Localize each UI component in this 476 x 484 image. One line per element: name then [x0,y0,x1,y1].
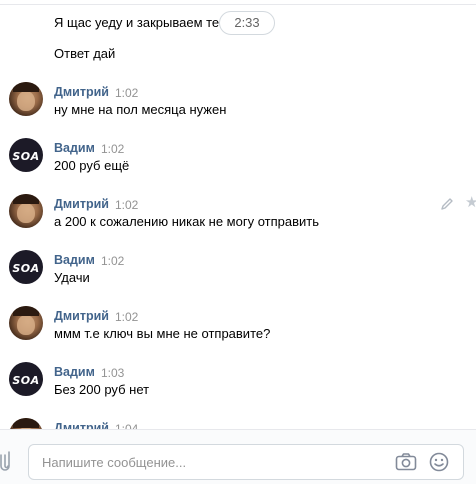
message-time[interactable]: 1:02 [115,86,138,100]
edit-pencil-icon[interactable] [440,197,454,211]
message-time[interactable]: 1:02 [101,254,124,268]
avatar[interactable]: SOA [9,138,43,172]
message-time[interactable]: 1:03 [101,366,124,380]
message-row[interactable]: SOA Вадим 1:03 Без 200 руб нет [0,362,476,410]
message-row[interactable]: Дмитрий 1:02 а 200 к сожалению никак не … [0,194,476,242]
avatar[interactable]: SOA [9,250,43,284]
author-name[interactable]: Вадим [54,253,95,267]
avatar[interactable]: SOA [9,362,43,396]
author-name[interactable]: Дмитрий [54,309,109,323]
message-time[interactable]: 1:02 [101,142,124,156]
avatar[interactable] [9,194,43,228]
message-composer[interactable] [28,444,464,480]
author-name[interactable]: Вадим [54,365,95,379]
message-time[interactable]: 1:02 [115,198,138,212]
smile-icon[interactable] [429,452,449,472]
message-row[interactable]: SOA Вадим 1:02 200 руб ещё [0,138,476,186]
message-row[interactable]: SOA Вадим 1:02 Удачи [0,250,476,298]
avatar-logo-text: SOA [12,150,40,163]
top-divider [0,4,476,5]
author-name[interactable]: Дмитрий [54,197,109,211]
message-input[interactable] [42,453,382,471]
avatar[interactable] [9,82,43,116]
time-tooltip: 2:33 [219,11,275,35]
message-text: ммм т.е ключ вы мне не отправите? [54,326,271,341]
star-icon[interactable]: ★ [465,195,476,210]
message-text: Ответ дай [54,46,116,61]
message-text: 200 руб ещё [54,158,130,173]
message-time[interactable]: 1:02 [115,310,138,324]
author-name[interactable]: Дмитрий [54,85,109,99]
message-text: Удачи [54,270,90,285]
camera-icon[interactable] [395,452,417,472]
message-row[interactable]: Дмитрий 1:02 ну мне на пол месяца нужен [0,82,476,130]
message-text: а 200 к сожалению никак не могу отправит… [54,214,319,229]
message-row[interactable]: Дмитрий 1:02 ммм т.е ключ вы мне не отпр… [0,306,476,354]
avatar[interactable] [9,306,43,340]
message-text: Я щас уеду и закрываем те [54,15,220,30]
author-name[interactable]: Вадим [54,141,95,155]
avatar-logo-text: SOA [12,262,40,275]
message-text: ну мне на пол месяца нужен [54,102,227,117]
avatar-logo-text: SOA [12,374,40,387]
attach-clip-icon[interactable] [0,449,14,473]
message-text: Без 200 руб нет [54,382,150,397]
